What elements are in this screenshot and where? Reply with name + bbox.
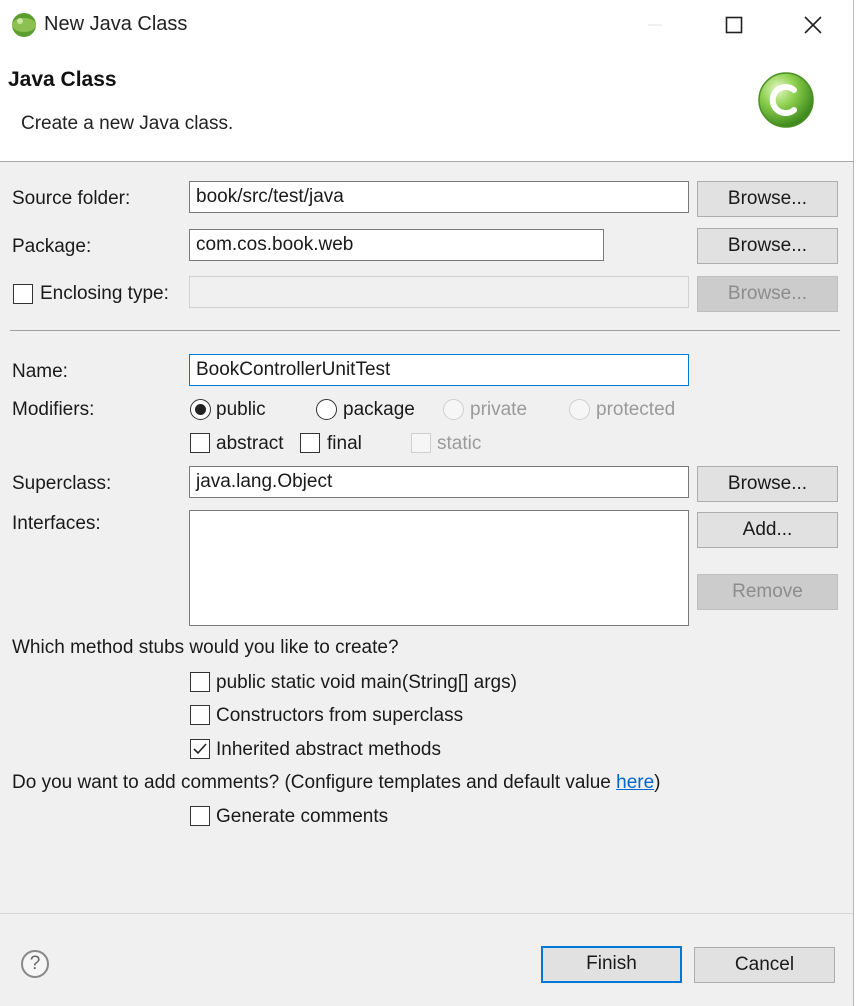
stub-constructors-label: Constructors from superclass xyxy=(216,705,464,726)
interfaces-list[interactable] xyxy=(189,510,689,626)
modifier-private-radio[interactable] xyxy=(443,399,464,420)
enclosing-type-input[interactable] xyxy=(189,276,689,308)
comments-question-text: Do you want to add comments? (Configure … xyxy=(12,772,617,793)
method-stubs-question: Which method stubs would you like to cre… xyxy=(12,637,399,658)
footer-separator xyxy=(0,913,853,914)
stub-main-checkbox[interactable] xyxy=(190,672,210,692)
modifier-protected-label: protected xyxy=(596,399,676,420)
checkmark-icon xyxy=(193,743,207,755)
maximize-icon xyxy=(725,16,743,34)
separator xyxy=(10,330,840,331)
modifier-public-radio[interactable] xyxy=(190,399,211,420)
enclosing-type-label: Enclosing type: xyxy=(40,283,169,304)
superclass-browse-button[interactable]: Browse... xyxy=(697,466,838,502)
help-button[interactable]: ? xyxy=(21,950,49,978)
close-icon xyxy=(804,16,822,34)
comments-question-end: ) xyxy=(654,772,661,793)
interfaces-add-button[interactable]: Add... xyxy=(697,512,838,548)
modifier-package-label: package xyxy=(343,399,415,420)
cancel-button[interactable]: Cancel xyxy=(694,947,835,983)
modifier-abstract-checkbox[interactable] xyxy=(190,433,210,453)
new-java-class-dialog: New Java Class Java Class Create a new J… xyxy=(0,0,854,1006)
title-bar[interactable]: New Java Class xyxy=(0,0,853,50)
stub-constructors-checkbox[interactable] xyxy=(190,705,210,725)
minimize-button[interactable] xyxy=(632,8,678,42)
source-folder-browse-button[interactable]: Browse... xyxy=(697,181,838,217)
background-window-edge xyxy=(853,0,864,1006)
java-class-icon xyxy=(756,70,816,130)
eclipse-icon xyxy=(11,12,37,38)
modifier-private-label: private xyxy=(470,399,528,420)
wizard-banner: Java Class Create a new Java class. xyxy=(0,50,853,162)
modifier-final-checkbox[interactable] xyxy=(300,433,320,453)
name-input[interactable]: BookControllerUnitTest xyxy=(189,354,689,386)
comments-question: Do you want to add comments? (Configure … xyxy=(12,772,660,794)
source-folder-label: Source folder: xyxy=(12,188,131,209)
modifier-static-label: static xyxy=(437,433,482,454)
maximize-button[interactable] xyxy=(711,8,757,42)
interfaces-label: Interfaces: xyxy=(12,513,101,534)
stub-inherited-checkbox[interactable] xyxy=(190,739,210,759)
name-label: Name: xyxy=(12,361,68,382)
window-title: New Java Class xyxy=(44,13,188,35)
modifier-static-checkbox[interactable] xyxy=(411,433,431,453)
modifiers-label: Modifiers: xyxy=(12,399,95,420)
superclass-input[interactable]: java.lang.Object xyxy=(189,466,689,498)
minimize-icon xyxy=(648,24,662,26)
interfaces-remove-button[interactable]: Remove xyxy=(697,574,838,610)
package-input[interactable]: com.cos.book.web xyxy=(189,229,604,261)
banner-title: Java Class xyxy=(8,68,117,91)
finish-button[interactable]: Finish xyxy=(541,946,682,983)
banner-description: Create a new Java class. xyxy=(21,113,234,134)
modifier-abstract-label: abstract xyxy=(216,433,284,454)
modifier-package-radio[interactable] xyxy=(316,399,337,420)
modifier-final-label: final xyxy=(327,433,362,454)
generate-comments-label: Generate comments xyxy=(216,806,389,827)
modifier-protected-radio[interactable] xyxy=(569,399,590,420)
stub-main-label: public static void main(String[] args) xyxy=(216,672,517,693)
package-browse-button[interactable]: Browse... xyxy=(697,228,838,264)
package-label: Package: xyxy=(12,236,92,257)
stub-inherited-label: Inherited abstract methods xyxy=(216,739,441,760)
modifier-public-label: public xyxy=(216,399,266,420)
source-folder-input[interactable]: book/src/test/java xyxy=(189,181,689,213)
generate-comments-checkbox[interactable] xyxy=(190,806,210,826)
close-button[interactable] xyxy=(790,8,836,42)
superclass-label: Superclass: xyxy=(12,473,112,494)
configure-templates-link[interactable]: here xyxy=(616,772,654,793)
enclosing-type-checkbox[interactable] xyxy=(13,284,33,304)
enclosing-type-browse-button[interactable]: Browse... xyxy=(697,276,838,312)
